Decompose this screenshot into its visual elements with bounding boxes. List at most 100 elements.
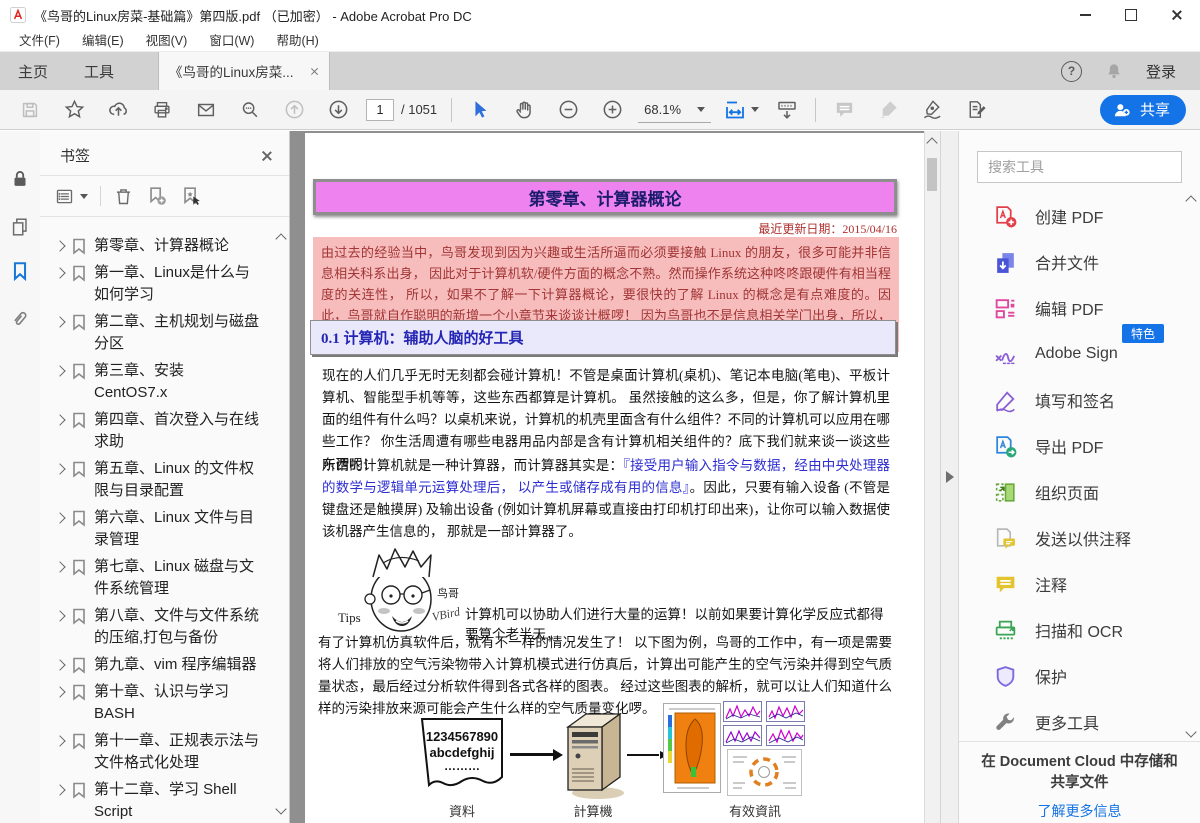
scrollbar-thumb[interactable] xyxy=(927,158,937,191)
email-button[interactable] xyxy=(184,93,228,127)
learn-more-link[interactable]: 了解更多信息 xyxy=(1038,801,1122,821)
chevron-right-icon[interactable] xyxy=(54,463,65,474)
chevron-right-icon[interactable] xyxy=(54,659,65,670)
tools-search-input[interactable] xyxy=(978,159,1181,175)
chevron-right-icon[interactable] xyxy=(54,365,65,376)
tool-send-for-comments[interactable]: 发送以供注释 xyxy=(993,515,1200,561)
save-button[interactable] xyxy=(8,93,52,127)
tool-more-tools[interactable]: 更多工具 xyxy=(993,699,1200,740)
tool-export-pdf[interactable]: 导出 PDF xyxy=(993,423,1200,469)
chevron-right-icon[interactable] xyxy=(54,414,65,425)
menu-file[interactable]: 文件(F) xyxy=(8,30,71,52)
maximize-button[interactable] xyxy=(1108,0,1154,30)
attachments-button[interactable] xyxy=(0,299,40,339)
zoom-in-button[interactable] xyxy=(590,93,634,127)
tab-document[interactable]: 《鸟哥的Linux房菜... xyxy=(158,52,330,90)
print-button[interactable] xyxy=(140,93,184,127)
bookmark-settings-button[interactable] xyxy=(180,185,202,207)
search-button[interactable] xyxy=(228,93,272,127)
bookmark-item[interactable]: 第一章、Linux是什么与如何学习 xyxy=(56,262,270,306)
upload-cloud-button[interactable] xyxy=(96,93,140,127)
page-display-button[interactable] xyxy=(765,93,809,127)
share-button[interactable]: 共享 xyxy=(1100,95,1186,125)
expand-right-icon[interactable] xyxy=(946,471,954,483)
sign-pen-button[interactable] xyxy=(910,93,954,127)
bookmarks-scrollbar[interactable] xyxy=(274,231,288,817)
login-button[interactable]: 登录 xyxy=(1146,61,1176,82)
tool-edit-pdf[interactable]: 编辑 PDF xyxy=(993,285,1200,331)
tool-protect[interactable]: 保护 xyxy=(993,653,1200,699)
delete-bookmark-button[interactable] xyxy=(113,186,134,207)
close-button[interactable] xyxy=(1154,0,1200,30)
minimize-button[interactable] xyxy=(1062,0,1108,30)
bookmark-item[interactable]: 第十一章、正规表示法与文件格式化处理 xyxy=(56,730,270,774)
menu-help[interactable]: 帮助(H) xyxy=(265,30,329,52)
tool-adobe-sign[interactable]: 特色 Adobe Sign xyxy=(993,331,1200,377)
bookmark-item[interactable]: 第六章、Linux 文件与目录管理 xyxy=(56,507,270,551)
bookmark-item[interactable]: 第十二章、学习 Shell Script xyxy=(56,779,270,823)
chevron-down-icon[interactable] xyxy=(751,107,759,112)
chevron-right-icon[interactable] xyxy=(54,735,65,746)
tools-panel-collapse-strip[interactable] xyxy=(940,131,958,823)
menu-view[interactable]: 视图(V) xyxy=(135,30,199,52)
pdf-page[interactable]: 第零章、计算器概论 最近更新日期：2015/04/16 由过去的经验当中，鸟哥发… xyxy=(305,133,937,823)
tab-home[interactable]: 主页 xyxy=(0,52,66,90)
tool-scan-ocr[interactable]: 扫描和 OCR xyxy=(993,607,1200,653)
bookmark-item[interactable]: 第零章、计算器概论 xyxy=(56,235,270,257)
tools-scrollbar[interactable] xyxy=(1184,193,1198,740)
help-icon[interactable]: ? xyxy=(1061,61,1082,82)
hand-tool-button[interactable] xyxy=(502,93,546,127)
fill-sign-button[interactable] xyxy=(954,93,998,127)
chevron-right-icon[interactable] xyxy=(54,784,65,795)
bookmarks-close-icon[interactable] xyxy=(261,150,273,162)
menu-window[interactable]: 窗口(W) xyxy=(198,30,265,52)
bookmark-item[interactable]: 第八章、文件与文件系统的压缩,打包与备份 xyxy=(56,605,270,649)
highlight-button[interactable] xyxy=(866,93,910,127)
previous-page-button[interactable] xyxy=(272,93,316,127)
chevron-right-icon[interactable] xyxy=(54,316,65,327)
chevron-right-icon[interactable] xyxy=(54,512,65,523)
scroll-down-icon[interactable] xyxy=(275,803,286,814)
tool-create-pdf[interactable]: 创建 PDF xyxy=(993,193,1200,239)
scroll-down-icon[interactable] xyxy=(1185,726,1196,737)
document-scrollbar[interactable] xyxy=(924,131,940,823)
page-number-input[interactable]: 1 xyxy=(366,99,394,121)
chevron-right-icon[interactable] xyxy=(54,686,65,697)
fit-width-button[interactable] xyxy=(715,93,755,127)
tools-search-box[interactable] xyxy=(977,151,1182,183)
chevron-right-icon[interactable] xyxy=(54,610,65,621)
bookmark-item[interactable]: 第四章、首次登入与在线求助 xyxy=(56,409,270,453)
tab-close-icon[interactable] xyxy=(310,67,319,76)
notifications-bell-icon[interactable] xyxy=(1104,61,1124,81)
select-tool-button[interactable] xyxy=(458,93,502,127)
favorite-star-button[interactable] xyxy=(52,93,96,127)
zoom-out-button[interactable] xyxy=(546,93,590,127)
tab-tools[interactable]: 工具 xyxy=(66,52,132,90)
bookmark-item[interactable]: 第十章、认识与学习 BASH xyxy=(56,681,270,725)
zoom-level-dropdown[interactable]: 68.1% xyxy=(638,97,711,123)
scroll-up-icon[interactable] xyxy=(926,137,937,148)
bookmark-item[interactable]: 第三章、安装 CentOS7.x xyxy=(56,360,270,404)
scroll-up-icon[interactable] xyxy=(1185,195,1196,206)
scroll-up-icon[interactable] xyxy=(275,233,286,244)
document-viewport[interactable]: 第零章、计算器概论 最近更新日期：2015/04/16 由过去的经验当中，鸟哥发… xyxy=(290,131,940,823)
chevron-right-icon[interactable] xyxy=(54,267,65,278)
bookmark-item[interactable]: 第七章、Linux 磁盘与文件系统管理 xyxy=(56,556,270,600)
chevron-right-icon[interactable] xyxy=(54,240,65,251)
chevron-right-icon[interactable] xyxy=(54,561,65,572)
tool-fill-sign[interactable]: 填写和签名 xyxy=(993,377,1200,423)
page-thumbnails-button[interactable] xyxy=(0,207,40,247)
tool-comment[interactable]: 注释 xyxy=(993,561,1200,607)
bookmark-item[interactable]: 第二章、主机规划与磁盘分区 xyxy=(56,311,270,355)
menu-edit[interactable]: 编辑(E) xyxy=(71,30,135,52)
bookmark-item[interactable]: 第九章、vim 程序编辑器 xyxy=(56,654,270,676)
bookmarks-panel-button[interactable] xyxy=(0,251,40,291)
tool-organize-pages[interactable]: 组织页面 xyxy=(993,469,1200,515)
security-lock-button[interactable] xyxy=(0,159,40,199)
comment-button[interactable] xyxy=(822,93,866,127)
next-page-button[interactable] xyxy=(316,93,360,127)
bookmark-item[interactable]: 第五章、Linux 的文件权限与目录配置 xyxy=(56,458,270,502)
tool-combine-files[interactable]: 合并文件 xyxy=(993,239,1200,285)
new-bookmark-button[interactable] xyxy=(146,185,168,207)
bookmarks-options-button[interactable] xyxy=(54,186,88,207)
